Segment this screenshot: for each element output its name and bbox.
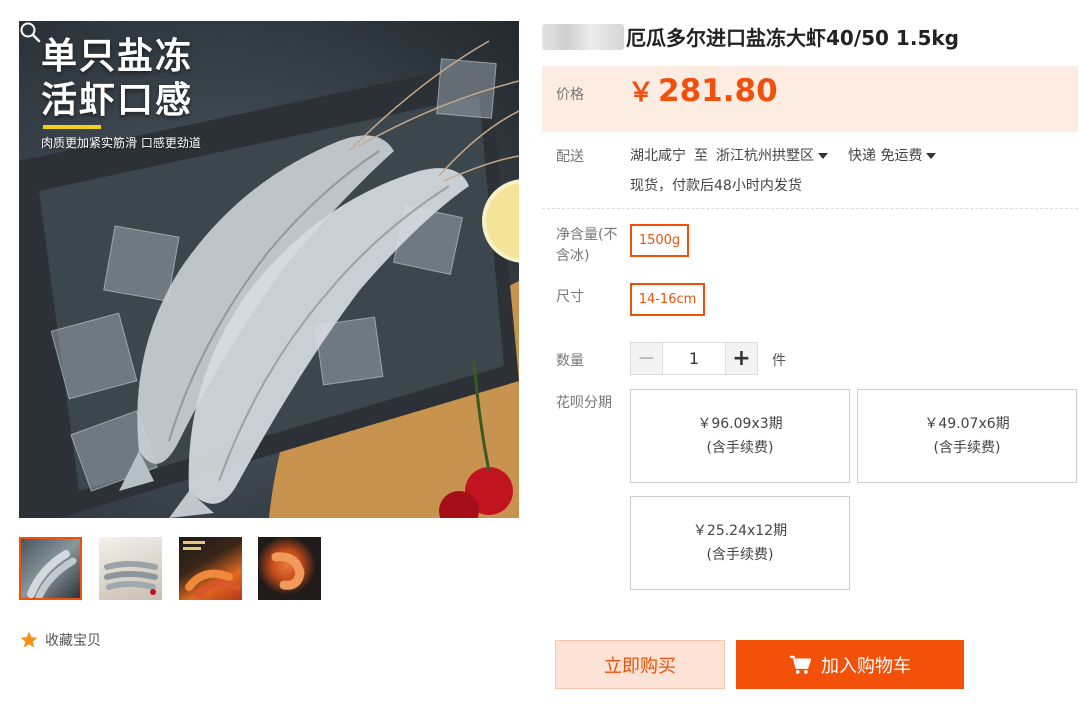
price-amount: 281.80 <box>658 73 778 109</box>
shipping-line: 湖北咸宁 至 浙江杭州拱墅区 快递 免运费 <box>630 145 937 165</box>
ship-to: 浙江杭州拱墅区 <box>716 148 814 164</box>
ship-method-selector[interactable]: 快递 免运费 <box>848 145 937 165</box>
favorite-button[interactable]: 收藏宝贝 <box>19 630 101 650</box>
thumbnail-3-image <box>183 541 241 599</box>
quantity-unit: 件 <box>772 353 786 369</box>
installment-plan-6[interactable]: ￥49.07x6期 (含手续费) <box>857 389 1077 483</box>
favorite-label: 收藏宝贝 <box>45 633 101 649</box>
installment-fee: (含手续费) <box>706 440 774 456</box>
thumbnail-2[interactable] <box>99 537 162 600</box>
buy-now-button[interactable]: 立即购买 <box>555 640 725 689</box>
installment-plan-12[interactable]: ￥25.24x12期 (含手续费) <box>630 496 850 590</box>
ship-from: 湖北咸宁 <box>630 148 686 164</box>
ship-to-word: 至 <box>694 148 708 164</box>
thumbnail-4-image <box>271 552 305 590</box>
installment-label: 花呗分期 <box>556 395 612 411</box>
add-to-cart-label: 加入购物车 <box>821 655 911 677</box>
promo-highlight-bar <box>43 125 101 129</box>
blurred-brand <box>542 23 624 50</box>
price-value: ￥ 281.80 <box>628 72 778 109</box>
price-panel: 价格 ￥ 281.80 <box>542 66 1078 132</box>
size-option[interactable]: 14-16cm <box>630 283 705 316</box>
installment-fee: (含手续费) <box>933 440 1001 456</box>
net-weight-label: 净含量(不含冰) <box>556 227 618 264</box>
shipping-note: 现货，付款后48小时内发货 <box>630 178 802 194</box>
ship-to-selector[interactable]: 浙江杭州拱墅区 <box>716 145 828 165</box>
promo-title-line1: 单只盐冻 <box>41 36 194 77</box>
price-label: 价格 <box>556 87 584 103</box>
quantity-increase-button[interactable]: + <box>725 342 758 375</box>
product-title: 厄瓜多尔进口盐冻大虾40/50 1.5kg <box>626 26 959 50</box>
net-weight-option[interactable]: 1500g <box>630 224 689 257</box>
installment-amount: ￥25.24x12期 <box>692 523 788 539</box>
quantity-decrease-button[interactable]: − <box>630 342 663 375</box>
promo-title: 单只盐冻 活虾口感 <box>41 35 193 123</box>
thumbnail-1-image <box>27 550 77 598</box>
cart-icon <box>790 655 811 674</box>
installment-fee: (含手续费) <box>706 547 774 563</box>
zoom-icon[interactable] <box>19 21 41 43</box>
star-icon <box>20 631 38 648</box>
installment-amount: ￥49.07x6期 <box>924 416 1010 432</box>
promo-subtitle: 肉质更加紧实筋滑 口感更劲道 <box>41 136 201 150</box>
thumbnail-1[interactable] <box>19 537 82 600</box>
quantity-input[interactable] <box>663 342 725 375</box>
section-divider <box>542 208 1078 209</box>
chevron-down-icon <box>926 153 937 159</box>
main-product-image[interactable]: 单只盐冻 活虾口感 肉质更加紧实筋滑 口感更劲道 <box>19 21 519 518</box>
promo-title-line2: 活虾口感 <box>41 80 194 121</box>
thumbnail-4[interactable] <box>258 537 321 600</box>
size-label: 尺寸 <box>556 289 584 305</box>
thumbnail-2-image <box>104 561 158 595</box>
add-to-cart-button[interactable]: 加入购物车 <box>736 640 964 689</box>
quantity-label: 数量 <box>556 353 584 369</box>
thumbnail-3[interactable] <box>179 537 242 600</box>
quantity-stepper: − + <box>630 342 758 375</box>
installment-plan-3[interactable]: ￥96.09x3期 (含手续费) <box>630 389 850 483</box>
currency-symbol: ￥ <box>628 78 655 108</box>
ship-method: 快递 免运费 <box>848 148 923 164</box>
installment-amount: ￥96.09x3期 <box>697 416 783 432</box>
shipping-label: 配送 <box>556 149 584 165</box>
chevron-down-icon <box>818 153 828 159</box>
product-title-row: 厄瓜多尔进口盐冻大虾40/50 1.5kg <box>542 22 959 51</box>
